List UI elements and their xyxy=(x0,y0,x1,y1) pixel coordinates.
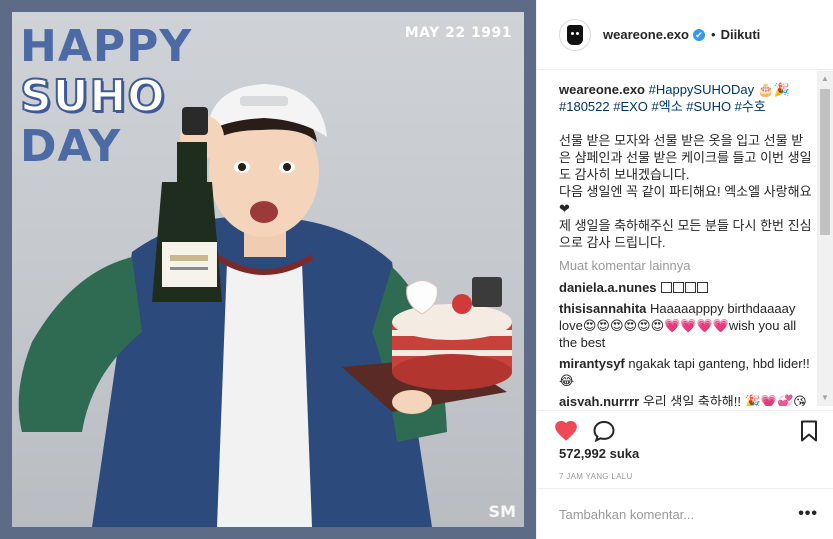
caption-hashtags-line2[interactable]: #180522 #EXO #엑소 #SUHO #수호 xyxy=(559,99,766,114)
header-username[interactable]: weareone.exo xyxy=(603,27,689,42)
emoji-placeholder-icon xyxy=(661,282,673,293)
caption: weareone.exo #HappySUHODay 🎂🎉 #180522 #E… xyxy=(559,81,812,115)
instagram-post: HAPPY SUHO DAY MAY 22 1991 SM weareone.e… xyxy=(0,0,833,539)
heart-icon[interactable] xyxy=(553,418,579,444)
comment-item: aisyah.nurrrr 우리 생일 축하해!! 🎉💗💞😘 xyxy=(559,393,812,406)
follow-button[interactable]: Diikuti xyxy=(721,27,761,42)
caption-username[interactable]: weareone.exo xyxy=(559,82,645,97)
caption-body: 선물 받은 모자와 선물 받은 옷을 입고 선물 받은 샴페인과 선물 받은 케… xyxy=(559,133,812,250)
load-more-comments-link[interactable]: Muat komentar lainnya xyxy=(559,257,812,275)
headline-happy: HAPPY xyxy=(20,21,193,72)
comment-username[interactable]: mirantysyf xyxy=(559,356,625,371)
comment-username[interactable]: aisyah.nurrrr xyxy=(559,394,639,406)
avatar[interactable] xyxy=(559,18,591,51)
header-separator: • xyxy=(711,27,716,42)
likes-count[interactable]: 572,992 suka xyxy=(559,446,639,461)
post-media[interactable]: HAPPY SUHO DAY MAY 22 1991 SM xyxy=(0,0,536,539)
comments-scrollbar[interactable]: ▲ ▼ xyxy=(817,71,833,406)
comment-text: 우리 생일 축하해!! 🎉💗💞😘 xyxy=(642,394,807,406)
headline-day: DAY xyxy=(20,121,122,172)
comment-username[interactable]: daniela.a.nunes xyxy=(559,280,657,295)
caption-hashtags-line1[interactable]: #HappySUHODay 🎂🎉 xyxy=(649,82,790,97)
more-options-icon[interactable]: ••• xyxy=(798,505,818,523)
comment-item: thisisannahita Haaaaapppy birthdaaaay lo… xyxy=(559,300,812,351)
post-side-panel: weareone.exo ✔ • Diikuti weareone.exo #H… xyxy=(536,0,833,539)
post-actions-bar xyxy=(537,410,833,450)
comment-item: mirantysyf ngakak tapi ganteng, hbd lide… xyxy=(559,355,812,389)
headline-suho: SUHO xyxy=(19,71,166,123)
comment-input[interactable] xyxy=(559,506,799,522)
comment-item: daniela.a.nunes xyxy=(559,279,812,296)
add-comment-bar: ••• xyxy=(537,488,833,539)
post-header: weareone.exo ✔ • Diikuti xyxy=(537,0,833,70)
post-timestamp[interactable]: 7 JAM YANG LALU xyxy=(559,472,633,481)
exo-logo-icon xyxy=(567,24,583,45)
comments-section[interactable]: weareone.exo #HappySUHODay 🎂🎉 #180522 #E… xyxy=(537,71,833,406)
verified-badge-icon: ✔ xyxy=(693,28,705,41)
scroll-up-arrow-icon[interactable]: ▲ xyxy=(817,71,833,87)
scrollbar-thumb[interactable] xyxy=(820,89,830,235)
emoji-placeholder-icon xyxy=(685,282,697,293)
emoji-placeholder-icon xyxy=(673,282,685,293)
comment-username[interactable]: thisisannahita xyxy=(559,301,646,316)
happy-suho-day-headline: HAPPY SUHO DAY xyxy=(19,21,193,172)
bookmark-icon[interactable] xyxy=(800,420,818,442)
emoji-placeholder-icon xyxy=(697,282,709,293)
post-photo: HAPPY SUHO DAY MAY 22 1991 SM xyxy=(12,12,524,527)
comment-bubble-icon[interactable] xyxy=(592,419,616,443)
birth-date: MAY 22 1991 xyxy=(404,25,512,41)
sm-watermark-logo: SM xyxy=(488,502,516,521)
scroll-down-arrow-icon[interactable]: ▼ xyxy=(817,390,833,406)
